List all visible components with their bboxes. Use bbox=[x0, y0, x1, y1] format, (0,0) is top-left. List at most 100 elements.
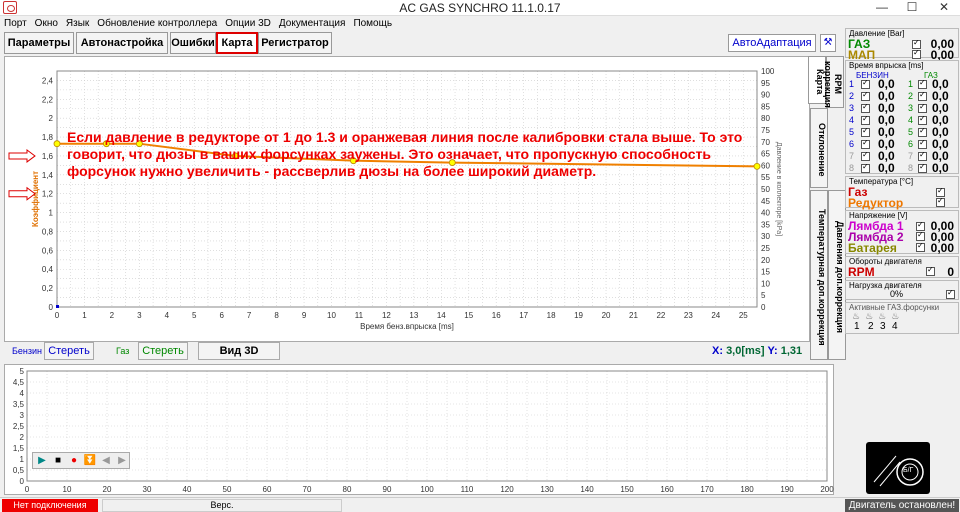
y-right-tick-label: 45 bbox=[761, 197, 770, 206]
view-3d-button[interactable]: Вид 3D bbox=[198, 342, 280, 360]
logger-chart[interactable]: 00,511,522,533,544,550 10 20 30 40 50 60 70 80 90… bbox=[5, 365, 835, 496]
play-icon[interactable]: ▶ bbox=[35, 454, 49, 468]
gas-injector-3-checkbox[interactable] bbox=[918, 102, 927, 113]
logger-chart-area[interactable]: 0 0,5 1 1,5 2 2,5 3 3,5 4 4,5 5 0 10 20 30 40 50 60 70 80 90… bbox=[4, 364, 834, 495]
menu-help[interactable]: Помощь bbox=[349, 16, 396, 31]
tab-logger[interactable]: Регистратор bbox=[258, 32, 332, 54]
x-tick-label: 4 bbox=[165, 311, 170, 320]
wrench-icon[interactable]: ⚒ bbox=[820, 34, 836, 52]
rpm-label: RPM bbox=[848, 265, 875, 279]
engine-status: Двигатель остановлен! bbox=[845, 499, 959, 512]
pressure-group: Давление [Bar] ГАЗ 0,00 МАП 0,00 bbox=[845, 28, 959, 62]
petrol-injector-5-checkbox[interactable] bbox=[861, 126, 870, 137]
petrol-clear-button[interactable]: Стереть bbox=[44, 342, 94, 360]
y-right-tick-label: 30 bbox=[761, 232, 770, 241]
petrol-injector-1-checkbox[interactable] bbox=[861, 78, 870, 89]
tab-map[interactable]: Карта bbox=[216, 32, 258, 54]
map-chart-area[interactable]: 0 1 2 3 4 5 6 7 8 9 10 11 12 13 14 15 16 17 18 19 20 21 22 23 24… bbox=[4, 56, 810, 342]
petrol-injector-6-label: 6 bbox=[849, 139, 855, 149]
logo-graphic bbox=[873, 455, 924, 487]
vtab-temp-correction[interactable]: Температурная доп.коррекция bbox=[810, 190, 828, 360]
gas-injector-8-checkbox[interactable] bbox=[918, 162, 927, 173]
petrol-injector-8-label: 8 bbox=[849, 163, 855, 173]
log-x-tick-label: 140 bbox=[580, 485, 594, 494]
rpm-group: Обороты двигателя RPM 0 bbox=[845, 256, 959, 279]
petrol-injector-4-checkbox[interactable] bbox=[861, 114, 870, 125]
x-tick-label: 2 bbox=[110, 311, 115, 320]
gas-injector-7-checkbox[interactable] bbox=[918, 150, 927, 161]
tab-errors[interactable]: Ошибки bbox=[170, 32, 216, 54]
petrol-injector-2-checkbox[interactable] bbox=[861, 90, 870, 101]
autoadapt-button[interactable]: АвтоАдаптация bbox=[728, 34, 816, 52]
temp-reducer-checkbox[interactable] bbox=[936, 196, 945, 207]
vertical-tabs: Карта RPM коррекция Отклонение Температу… bbox=[808, 56, 846, 360]
gas-injector-6-label: 6 bbox=[908, 139, 914, 149]
menu-docs[interactable]: Документация bbox=[275, 16, 350, 31]
log-y-tick-label: 3,5 bbox=[13, 400, 25, 409]
stop-icon[interactable]: ■ bbox=[51, 454, 65, 468]
vtab-pressure-correction[interactable]: Давления доп.коррекция bbox=[828, 190, 846, 360]
log-x-tick-label: 60 bbox=[263, 485, 272, 494]
y-left-tick-label: 2 bbox=[49, 114, 54, 123]
vtab-rpm-correction[interactable]: RPM коррекция bbox=[823, 56, 844, 108]
map-pressure-checkbox[interactable] bbox=[912, 48, 921, 59]
lambda2-checkbox[interactable] bbox=[916, 230, 925, 241]
next-icon[interactable]: ▶ bbox=[115, 454, 129, 468]
gas-injector-5-checkbox[interactable] bbox=[918, 126, 927, 137]
battery-label: Батарея bbox=[848, 241, 897, 255]
menu-port[interactable]: Порт bbox=[0, 16, 31, 31]
y-right-tick-label: 25 bbox=[761, 244, 770, 253]
petrol-injector-8-value: 0,0 bbox=[878, 161, 895, 175]
active-injector-4: 4 bbox=[892, 321, 898, 332]
vtab-deviation[interactable]: Отклонение bbox=[810, 108, 828, 188]
x-tick-label: 7 bbox=[247, 311, 252, 320]
log-x-tick-label: 70 bbox=[303, 485, 312, 494]
log-y-tick-label: 2,5 bbox=[13, 422, 25, 431]
y-right-tick-label: 40 bbox=[761, 209, 770, 218]
battery-checkbox[interactable] bbox=[916, 241, 925, 252]
gas-injector-6-checkbox[interactable] bbox=[918, 138, 927, 149]
menu-3d-options[interactable]: Опции 3D bbox=[221, 16, 275, 31]
y-left-tick-label: 1 bbox=[49, 209, 54, 218]
prev-icon[interactable]: ◀ bbox=[99, 454, 113, 468]
minimize-button[interactable]: — bbox=[868, 0, 896, 16]
y-right-tick-label: 5 bbox=[761, 291, 766, 300]
petrol-injector-7-checkbox[interactable] bbox=[861, 150, 870, 161]
rpm-checkbox[interactable] bbox=[926, 265, 935, 276]
gas-injector-1-checkbox[interactable] bbox=[918, 78, 927, 89]
petrol-injector-8-checkbox[interactable] bbox=[861, 162, 870, 173]
gas-injector-5-label: 5 bbox=[908, 127, 914, 137]
close-button[interactable]: ✕ bbox=[930, 0, 958, 16]
gas-clear-button[interactable]: Стереть bbox=[138, 342, 188, 360]
load-group: Нагрузка двигателя 0% bbox=[845, 280, 959, 300]
log-x-tick-label: 100 bbox=[420, 485, 434, 494]
gas-injector-1-label: 1 bbox=[908, 79, 914, 89]
gas-injector-2-checkbox[interactable] bbox=[918, 90, 927, 101]
load-checkbox[interactable] bbox=[946, 288, 955, 299]
x-tick-label: 11 bbox=[355, 311, 364, 320]
menu-window[interactable]: Окно bbox=[31, 16, 62, 31]
data-point bbox=[53, 140, 61, 148]
map-chart[interactable]: 0 1 2 3 4 5 6 7 8 9 10 11 12 13 14 15 16 17 18 19 20 21 22 23 24… bbox=[5, 57, 811, 343]
chart-controls: Бензин Стереть Газ Стереть Вид 3D X: 3,0… bbox=[4, 342, 842, 362]
tab-parameters[interactable]: Параметры bbox=[4, 32, 74, 54]
petrol-label: Бензин bbox=[12, 346, 43, 356]
gas-injector-4-checkbox[interactable] bbox=[918, 114, 927, 125]
download-icon[interactable]: ⏬ bbox=[83, 454, 97, 468]
load-value: 0% bbox=[890, 289, 904, 299]
y-left-tick-label: 2,2 bbox=[42, 95, 54, 104]
maximize-button[interactable]: ☐ bbox=[898, 0, 926, 16]
gas-injector-8-label: 8 bbox=[908, 163, 914, 173]
petrol-injector-6-checkbox[interactable] bbox=[861, 138, 870, 149]
petrol-injector-3-checkbox[interactable] bbox=[861, 102, 870, 113]
menu-language[interactable]: Язык bbox=[62, 16, 93, 31]
y-right-tick-label: 0 bbox=[761, 303, 766, 312]
x-axis-label: Время бенз.впрыска [ms] bbox=[360, 322, 454, 331]
menu-update[interactable]: Обновление контроллера bbox=[93, 16, 221, 31]
y-left-tick-label: 1,6 bbox=[42, 152, 54, 161]
record-icon[interactable]: ● bbox=[67, 454, 81, 468]
y-left-tick-label: 0 bbox=[49, 303, 54, 312]
tab-autotune[interactable]: Автонастройка bbox=[76, 32, 168, 54]
x-tick-label: 16 bbox=[492, 311, 501, 320]
brand-logo: Б/Г bbox=[866, 442, 930, 494]
